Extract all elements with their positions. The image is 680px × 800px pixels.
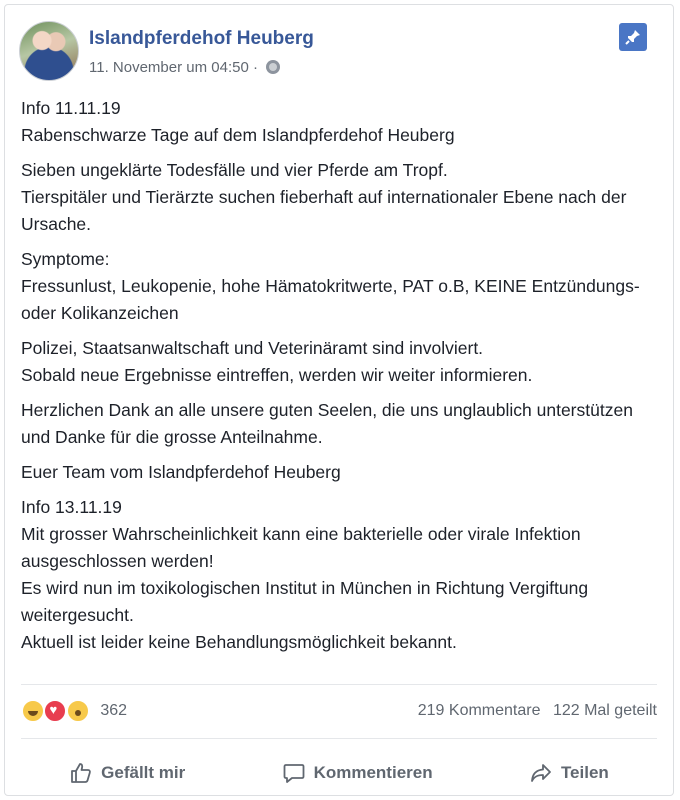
share-arrow-icon (531, 764, 551, 782)
wow-reaction-icon (65, 699, 90, 723)
reaction-count: 362 (100, 702, 128, 719)
page-avatar[interactable] (19, 21, 79, 81)
post-header: Islandpferdehof Heuberg 11. November um … (19, 21, 659, 85)
shares-count-link[interactable]: 122 Mal geteilt (553, 702, 657, 719)
share-label: Teilen (560, 763, 609, 782)
like-label: Gefällt mir (101, 763, 186, 782)
share-button[interactable]: Teilen (529, 761, 609, 785)
post-paragraph: Euer Team vom Islandpferdehof Heuberg (21, 462, 341, 482)
post-paragraph: Polizei, Staatsanwaltschaft und Veterinä… (21, 338, 533, 385)
globe-icon (266, 60, 281, 74)
post-meta: 11. November um 04:50 · (89, 59, 281, 76)
post-paragraph: Sieben ungeklärte Todesfälle und vier Pf… (21, 160, 627, 234)
action-bar: Gefällt mir Kommentieren Teilen (21, 753, 657, 793)
pin-glyph (625, 30, 640, 45)
reaction-summary[interactable]: 362 (21, 699, 127, 725)
engagement-stats: 219 Kommentare 122 Mal geteilt (418, 702, 657, 720)
comments-count-link[interactable]: 219 Kommentare (418, 702, 541, 719)
post-body: Info 11.11.19 Rabenschwarze Tage auf dem… (21, 95, 661, 664)
like-button[interactable]: Gefällt mir (69, 761, 185, 785)
sad-reaction-icon (21, 699, 45, 723)
comment-button[interactable]: Kommentieren (282, 761, 433, 785)
post-paragraph: Symptome: Fressunlust, Leukopenie, hohe … (21, 249, 640, 323)
page-name-link[interactable]: Islandpferdehof Heuberg (89, 28, 314, 50)
divider (21, 738, 657, 739)
comment-label: Kommentieren (313, 763, 433, 782)
comment-icon (283, 764, 304, 783)
post-paragraph: Info 13.11.19 Mit grosser Wahrscheinlich… (21, 497, 589, 652)
love-reaction-icon (43, 699, 68, 723)
divider (21, 684, 657, 685)
post-paragraph: Info 11.11.19 Rabenschwarze Tage auf dem… (21, 98, 455, 145)
thumbs-up-icon (71, 763, 91, 783)
post-card: Islandpferdehof Heuberg 11. November um … (4, 4, 674, 796)
pin-icon[interactable] (619, 23, 647, 51)
post-timestamp[interactable]: 11. November um 04:50 · (89, 59, 258, 76)
post-paragraph: Herzlichen Dank an alle unsere guten See… (21, 400, 633, 447)
